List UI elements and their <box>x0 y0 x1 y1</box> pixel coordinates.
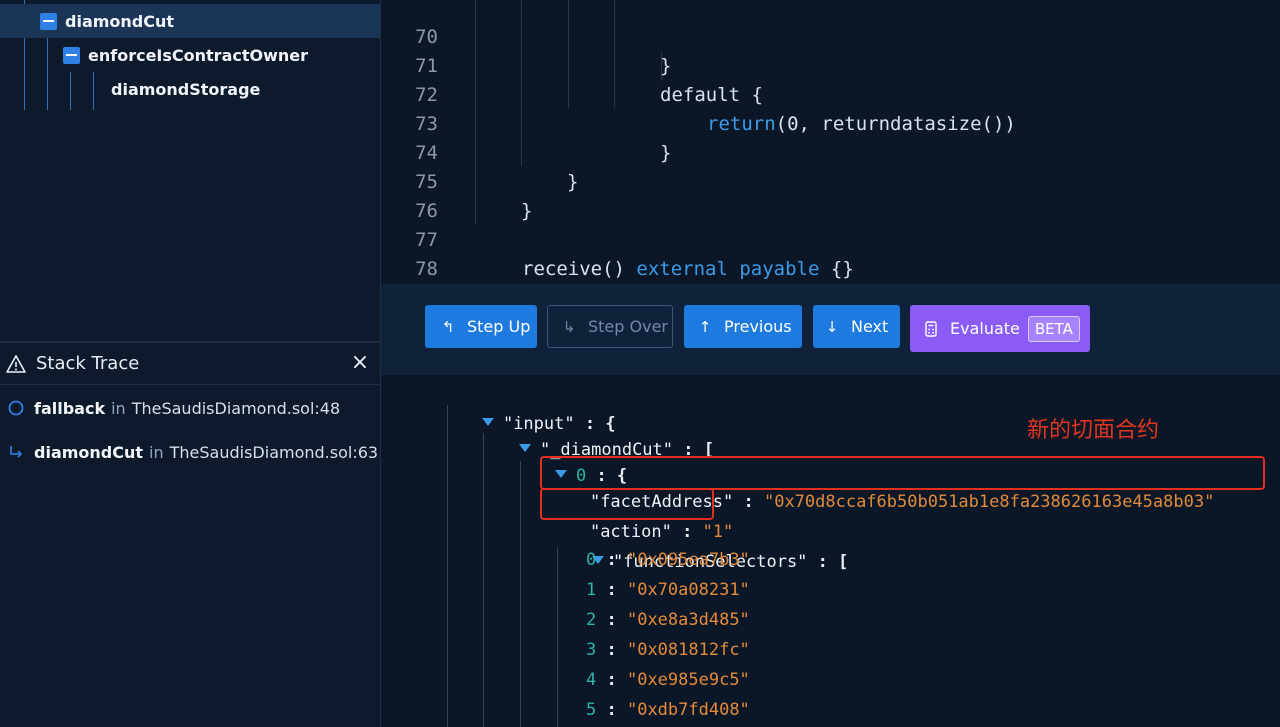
code-line: 78 } <box>381 226 1280 280</box>
step-over-icon: ↳ <box>562 317 576 336</box>
next-label: Next <box>851 317 889 336</box>
call-tree-item-label: diamondStorage <box>111 79 261 99</box>
call-tree-item-label: enforceIsContractOwner <box>88 45 309 65</box>
step-up-label: Step Up <box>467 317 531 336</box>
code-line: 75 } <box>381 139 1280 222</box>
json-index: 3 <box>586 640 597 660</box>
stack-frame-location[interactable]: TheSaudisDiamond.sol:63 <box>170 443 378 462</box>
call-tree-item-diamondcut[interactable]: diamondCut <box>0 4 380 38</box>
return-arrow-icon <box>10 446 23 458</box>
json-array-item: 4 : "0xe985e9c5" <box>586 666 750 694</box>
stack-frame-location[interactable]: TheSaudisDiamond.sol:48 <box>132 399 340 418</box>
call-tree-item-label: diamondCut <box>65 11 175 31</box>
json-punctuation: : <box>596 640 627 660</box>
arrow-up-icon: ↑ <box>698 317 712 336</box>
json-node-input[interactable]: "input" : { <box>441 382 616 434</box>
stack-frame-in: in <box>111 398 126 418</box>
json-punctuation: : <box>596 610 627 630</box>
step-up-icon: ↰ <box>441 317 455 336</box>
previous-button[interactable]: ↑ Previous <box>684 305 802 348</box>
json-value: "0xe985e9c5" <box>626 670 750 690</box>
json-node-functionselectors[interactable]: "functionSelectors" : [ <box>551 520 848 572</box>
stack-frame[interactable]: diamondCut in TheSaudisDiamond.sol:63 <box>0 437 380 467</box>
stack-frame-function: diamondCut <box>34 442 144 462</box>
evaluate-label: Evaluate <box>950 319 1020 338</box>
call-tree-item-diamondstorage[interactable]: diamondStorage <box>0 72 380 106</box>
code-line: 76 <box>381 168 1280 222</box>
json-array-item: 0 : "0x095ea7b3" <box>586 546 750 574</box>
code-line: 74 } <box>381 110 1280 193</box>
json-array-item: 5 : "0xdb7fd408" <box>586 696 750 724</box>
json-array-item: 3 : "0x081812fc" <box>586 636 750 664</box>
sidebar: diamondCut enforceIsContractOwner diamon… <box>0 0 381 727</box>
code-editor[interactable]: 70 } 71 default { 72 return(0, returndat… <box>381 0 1280 284</box>
calculator-icon <box>925 320 937 337</box>
json-punctuation: : <box>733 492 764 512</box>
step-up-button[interactable]: ↰ Step Up <box>425 305 537 348</box>
json-punctuation: : <box>596 580 627 600</box>
collapse-icon[interactable] <box>40 12 57 30</box>
code-line: 72 return(0, returndatasize()) <box>381 52 1280 135</box>
json-punctuation: : <box>596 700 627 720</box>
json-punctuation: : <box>596 670 627 690</box>
next-button[interactable]: ↓ Next <box>813 305 900 348</box>
json-node-diamondcut[interactable]: "_diamondCut" : [ <box>478 408 714 460</box>
stack-trace-title: Stack Trace <box>36 353 140 374</box>
collapse-icon[interactable] <box>63 46 80 64</box>
stack-frame-in: in <box>149 442 164 462</box>
json-value: "0x095ea7b3" <box>626 550 750 570</box>
json-index: 5 <box>586 700 597 720</box>
stack-frame[interactable]: fallback in TheSaudisDiamond.sol:48 <box>0 393 380 423</box>
json-index: 2 <box>586 610 597 630</box>
annotation-label: 新的切面合约 <box>1027 418 1160 443</box>
json-value: "0xdb7fd408" <box>626 700 750 720</box>
highlight-box-facetaddress <box>540 456 1265 490</box>
code-line: 70 } <box>381 0 1280 77</box>
highlight-box-action <box>540 488 714 520</box>
beta-badge: BETA <box>1027 315 1080 342</box>
circle-icon <box>8 400 24 416</box>
step-over-label: Step Over <box>588 317 668 336</box>
json-viewer[interactable]: "input" : { "_diamondCut" : [ 0 : { "fac… <box>381 375 1280 727</box>
evaluate-button[interactable]: Evaluate BETA <box>910 305 1090 352</box>
json-punctuation: : [ <box>807 552 849 572</box>
warning-icon <box>6 354 26 373</box>
json-value: "0x70a08231" <box>626 580 750 600</box>
code-line: 73 } <box>381 81 1280 164</box>
json-array-item: 2 : "0xe8a3d485" <box>586 606 750 634</box>
code-line: 71 default { <box>381 23 1280 106</box>
arrow-down-icon: ↓ <box>825 317 839 336</box>
json-index: 1 <box>586 580 597 600</box>
json-value: "0x70d8ccaf6b50b051ab1e8fa238626163e45a8… <box>763 492 1215 512</box>
code-line: 79 <box>381 255 1280 284</box>
stack-trace-panel: Stack Trace × fallback in TheSaudisDiamo… <box>0 341 380 727</box>
json-punctuation: : <box>596 550 627 570</box>
previous-label: Previous <box>724 317 792 336</box>
stack-trace-header: Stack Trace × <box>0 343 380 385</box>
step-over-button[interactable]: ↳ Step Over <box>547 305 673 348</box>
call-tree: diamondCut enforceIsContractOwner diamon… <box>0 0 380 340</box>
json-array-item: 1 : "0x70a08231" <box>586 576 750 604</box>
json-index: 4 <box>586 670 597 690</box>
code-line: 77 receive() external payable {} <box>381 197 1280 280</box>
close-icon[interactable]: × <box>348 351 372 375</box>
json-value: "0xe8a3d485" <box>626 610 750 630</box>
stack-frame-function: fallback <box>34 398 106 418</box>
json-index: 0 <box>586 550 597 570</box>
call-tree-item-enforceiscontractowner[interactable]: enforceIsContractOwner <box>0 38 380 72</box>
json-value: "0x081812fc" <box>626 640 750 660</box>
debug-toolbar: ↰ Step Up ↳ Step Over ↑ Previous ↓ Next … <box>381 284 1280 375</box>
